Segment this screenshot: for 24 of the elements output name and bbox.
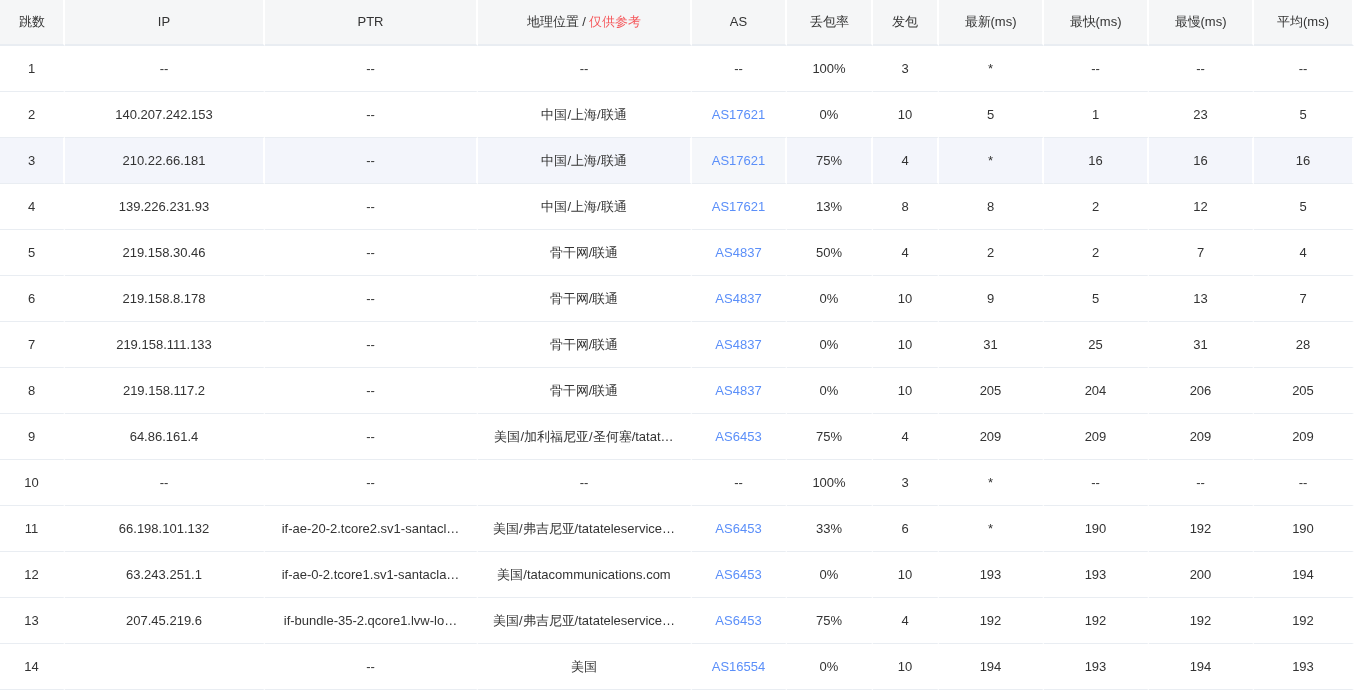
location-cell: 中国/上海/联通 [478,138,692,184]
latency-cell: 16 [1044,138,1149,184]
column-header: 最新(ms) [939,0,1044,46]
column-header: PTR [265,0,478,46]
column-header: 跳数 [0,0,65,46]
column-header: 地理位置 / 仅供参考 [478,0,692,46]
column-header: 丢包率 [787,0,873,46]
column-header: AS [692,0,787,46]
column-header: IP [65,0,265,46]
as-cell: -- [734,60,743,76]
latency-cell: 16 [1254,138,1354,184]
as-cell: -- [734,474,743,490]
ptr-cell: -- [265,138,478,184]
latency-cell: 16 [1149,138,1254,184]
loss-cell: 75% [787,138,873,184]
column-header: 平均(ms) [1254,0,1354,46]
column-header: 最慢(ms) [1149,0,1254,46]
sent-cell: 4 [873,138,939,184]
hop-cell: 3 [0,138,65,184]
column-header: 发包 [873,0,939,46]
latency-cell: * [939,138,1044,184]
ip-cell: 210.22.66.181 [65,138,265,184]
column-header: 最快(ms) [1044,0,1149,46]
table-row[interactable]: 3 210.22.66.181 -- 中国/上海/联通 AS17621 75% 4 * 16 16 16 [0,138,1354,184]
